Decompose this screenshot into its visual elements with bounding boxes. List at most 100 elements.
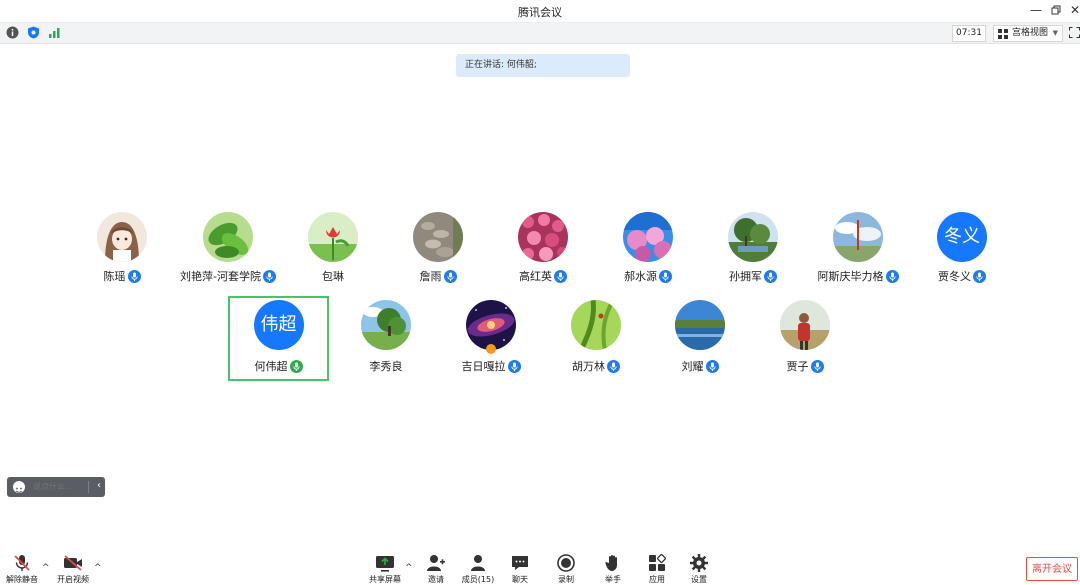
participant-tile[interactable]: 刘艳萍-河套学院: [178, 208, 278, 288]
camera-off-icon: [64, 555, 82, 571]
close-icon[interactable]: ✕: [1068, 3, 1080, 17]
grid-view-icon: [998, 29, 1008, 39]
chat-quick-input[interactable]: ‹: [7, 477, 105, 497]
window-title: 腾讯会议: [518, 6, 562, 19]
participant-tile-active[interactable]: 伟超 何伟超: [228, 296, 329, 381]
raise-hand-label: 举手: [605, 575, 621, 584]
add-user-icon: [427, 555, 445, 571]
unmute-label: 解除静音: [6, 575, 38, 584]
meeting-timer: 07:31: [952, 25, 986, 42]
participant-name: 刘耀: [681, 360, 704, 373]
participant-name: 包琳: [322, 270, 344, 283]
members-button[interactable]: 成员(15): [456, 553, 500, 585]
participant-tile[interactable]: 郝水源: [598, 208, 698, 288]
speaking-indicator: 正在讲话: 何伟韶;: [456, 54, 630, 77]
avatar: [361, 300, 411, 350]
audio-options-chevron-icon[interactable]: ^: [42, 563, 50, 573]
view-mode-dropdown[interactable]: 宫格视图 ▼: [993, 25, 1063, 42]
members-icon: [471, 555, 485, 571]
participant-tile[interactable]: 冬义 贾冬义: [912, 208, 1012, 288]
participant-name: 高红英: [519, 270, 552, 283]
divider: [88, 481, 89, 493]
network-signal-icon[interactable]: [48, 26, 61, 39]
mic-speaking-icon: [289, 359, 303, 373]
record-button[interactable]: 录制: [544, 553, 588, 585]
fullscreen-icon[interactable]: [1069, 27, 1080, 38]
info-icon[interactable]: [6, 26, 19, 39]
meeting-info-bar: 07:31 宫格视图 ▼: [0, 23, 1080, 44]
mic-on-icon: [554, 269, 567, 283]
apps-label: 应用: [649, 575, 665, 584]
avatar: [97, 212, 147, 262]
chat-label: 聊天: [512, 575, 528, 584]
chat-input[interactable]: [33, 477, 89, 497]
participant-tile[interactable]: 孙拥军: [703, 208, 803, 288]
participant-name: 郝水源: [624, 270, 657, 283]
restore-icon[interactable]: [1049, 3, 1063, 18]
invite-label: 邀请: [428, 575, 444, 584]
start-video-button[interactable]: 开启视频: [51, 553, 95, 585]
mic-muted-icon: [14, 555, 30, 571]
minimize-icon[interactable]: —: [1029, 3, 1043, 17]
chat-bubble-icon: [512, 556, 528, 570]
avatar: [833, 212, 883, 262]
gear-icon: [690, 554, 708, 572]
mic-on-icon: [973, 269, 986, 283]
leave-meeting-button[interactable]: 离开会议: [1026, 557, 1078, 581]
participant-tile[interactable]: 李秀良: [336, 296, 436, 376]
video-options-chevron-icon[interactable]: ^: [94, 563, 102, 573]
mic-on-icon: [705, 359, 719, 373]
participant-tile[interactable]: 詹雨: [388, 208, 488, 288]
host-badge-icon: [486, 344, 496, 354]
participant-tile[interactable]: 贾子: [755, 296, 855, 376]
participant-name: 陈瑶: [103, 270, 126, 283]
share-screen-label: 共享屏幕: [369, 575, 401, 584]
invite-button[interactable]: 邀请: [414, 553, 458, 585]
share-screen-button[interactable]: 共享屏幕: [363, 553, 407, 585]
chat-button[interactable]: 聊天: [498, 553, 542, 585]
avatar: [203, 212, 253, 262]
avatar: [308, 212, 358, 262]
emoji-icon[interactable]: [13, 481, 25, 493]
participant-tile[interactable]: 胡万林: [546, 296, 646, 376]
share-screen-icon: [376, 556, 394, 572]
participant-tile[interactable]: 阿斯庆毕力格: [808, 208, 908, 288]
participant-tile[interactable]: 包琳: [283, 208, 383, 288]
settings-button[interactable]: 设置: [677, 553, 721, 585]
mic-on-icon: [607, 359, 620, 373]
chevron-down-icon: ▼: [1052, 29, 1058, 37]
view-mode-label: 宫格视图: [1012, 28, 1049, 38]
share-options-chevron-icon[interactable]: ^: [405, 563, 413, 573]
mic-on-icon: [764, 269, 777, 283]
apps-button[interactable]: 应用: [635, 553, 679, 585]
mic-on-icon: [127, 269, 141, 283]
mic-on-icon: [885, 269, 899, 283]
members-label: 成员(15): [461, 575, 495, 584]
participant-tile[interactable]: 高红英: [493, 208, 593, 288]
mic-on-icon: [443, 269, 457, 283]
avatar: [623, 212, 673, 262]
participant-tile[interactable]: 陈瑶: [72, 208, 172, 288]
unmute-button[interactable]: 解除静音: [0, 553, 44, 585]
avatar: 伟超: [253, 300, 304, 350]
security-shield-icon[interactable]: [27, 26, 40, 39]
mic-on-icon: [810, 359, 824, 373]
participant-tile[interactable]: 刘耀: [650, 296, 750, 376]
avatar: [518, 212, 568, 262]
avatar: 冬义: [937, 212, 987, 262]
participant-name: 刘艳萍-河套学院: [180, 270, 261, 283]
raise-hand-button[interactable]: 举手: [591, 553, 635, 585]
avatar: [780, 300, 830, 350]
participant-name: 贾子: [786, 360, 809, 373]
participant-name: 孙拥军: [729, 270, 762, 283]
participant-name: 李秀良: [369, 360, 403, 373]
participant-name: 贾冬义: [938, 270, 971, 283]
record-label: 录制: [558, 575, 574, 584]
apps-icon: [649, 554, 666, 571]
chevron-left-icon[interactable]: ‹: [97, 480, 101, 491]
mic-on-icon: [507, 359, 521, 373]
settings-label: 设置: [691, 575, 707, 584]
avatar: [675, 300, 725, 350]
participant-name: 阿斯庆毕力格: [817, 270, 884, 283]
participant-tile[interactable]: 吉日嘎拉: [441, 296, 541, 376]
